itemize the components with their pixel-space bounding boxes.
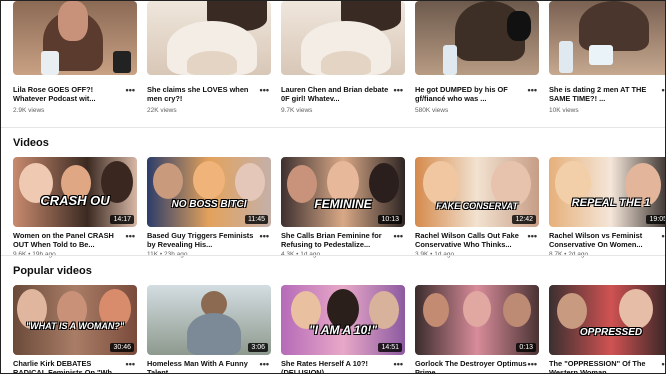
video-title[interactable]: Lila Rose GOES OFF?! Whatever Podcast wi… [13, 85, 125, 103]
thumbnail-overlay-text: OPPRESSED [579, 327, 643, 338]
video-meta: 22K views [147, 107, 177, 114]
video-title[interactable]: She Calls Brian Feminine for Refusing to… [281, 231, 393, 249]
channel-home-grid: Lila Rose GOES OFF?! Whatever Podcast wi… [0, 0, 666, 374]
video-title[interactable]: Rachel Wilson vs Feminist Conservative O… [549, 231, 661, 249]
video-duration: 11:45 [245, 215, 268, 224]
video-title[interactable]: The "OPPRESSION" Of The Western Woman [549, 359, 661, 373]
video-thumbnail[interactable]: REPEAL THE 1 19:05 [549, 157, 665, 227]
video-thumbnail[interactable] [549, 1, 665, 75]
video-meta: 10K views [549, 107, 579, 114]
video-thumbnail[interactable]: NO BOSS BITCI 11:45 [147, 157, 271, 227]
more-options-icon[interactable]: ••• [126, 85, 135, 95]
more-options-icon[interactable]: ••• [260, 231, 269, 241]
thumbnail-overlay-text: CRASH OU [40, 193, 110, 208]
video-meta: 2.9K views [13, 107, 45, 114]
section-divider [1, 255, 665, 256]
video-thumbnail[interactable]: CRASH OU 14:17 [13, 157, 137, 227]
video-thumbnail[interactable]: 0:13 [415, 285, 539, 355]
video-title[interactable]: He got DUMPED by his OF gf/fiancé who wa… [415, 85, 527, 103]
more-options-icon[interactable]: ••• [662, 359, 665, 369]
video-title[interactable]: She Rates Herself A 10?! (DELUSION) [281, 359, 393, 373]
video-title[interactable]: Homeless Man With A Funny Talent [147, 359, 259, 373]
video-title[interactable]: Based Guy Triggers Feminists by Revealin… [147, 231, 259, 249]
more-options-icon[interactable]: ••• [260, 359, 269, 369]
more-options-icon[interactable]: ••• [528, 231, 537, 241]
video-thumbnail[interactable]: 3:06 [147, 285, 271, 355]
more-options-icon[interactable]: ••• [394, 359, 403, 369]
video-duration: 14:51 [378, 343, 402, 352]
video-duration: 30:46 [110, 343, 134, 352]
video-thumbnail[interactable] [147, 1, 271, 75]
popular-row: "WHAT IS A WOMAN?" 30:46 Charlie Kirk DE… [13, 285, 665, 373]
video-title[interactable]: Gorlock The Destroyer Optimus Prime [415, 359, 527, 373]
video-duration: 14:17 [110, 215, 134, 224]
top-video-row: Lila Rose GOES OFF?! Whatever Podcast wi… [13, 1, 665, 129]
video-thumbnail[interactable]: OPPRESSED [549, 285, 665, 355]
thumbnail-overlay-text: FEMININE [314, 197, 372, 211]
section-divider [1, 127, 665, 128]
video-thumbnail[interactable]: "I AM A 10!" 14:51 [281, 285, 405, 355]
thumbnail-overlay-text: FAKE CONSERVAT [436, 201, 518, 211]
video-duration: 3:06 [248, 343, 268, 352]
video-thumbnail[interactable] [415, 1, 539, 75]
video-thumbnail[interactable] [13, 1, 137, 75]
thumbnail-overlay-text: "I AM A 10!" [308, 323, 378, 337]
video-duration: 12:42 [512, 215, 536, 224]
video-meta: 580K views [415, 107, 449, 114]
thumbnail-overlay-text: REPEAL THE 1 [571, 197, 651, 209]
video-title[interactable]: Charlie Kirk DEBATES RADICAL Feminists O… [13, 359, 125, 373]
video-thumbnail[interactable]: FEMININE 10:13 [281, 157, 405, 227]
videos-row: CRASH OU 14:17 Women on the Panel CRASH … [13, 157, 665, 258]
more-options-icon[interactable]: ••• [126, 359, 135, 369]
more-options-icon[interactable]: ••• [394, 231, 403, 241]
video-duration: 10:13 [378, 215, 402, 224]
video-duration: 0:13 [516, 343, 536, 352]
video-thumbnail[interactable] [281, 1, 405, 75]
more-options-icon[interactable]: ••• [662, 85, 665, 95]
video-title[interactable]: She claims she LOVES when men cry?! [147, 85, 259, 103]
more-options-icon[interactable]: ••• [394, 85, 403, 95]
video-duration: 19:05 [646, 215, 665, 224]
more-options-icon[interactable]: ••• [260, 85, 269, 95]
more-options-icon[interactable]: ••• [126, 231, 135, 241]
thumbnail-overlay-text: "WHAT IS A WOMAN?" [25, 321, 125, 331]
video-title[interactable]: Women on the Panel CRASH OUT When Told t… [13, 231, 125, 249]
video-thumbnail[interactable]: "WHAT IS A WOMAN?" 30:46 [13, 285, 137, 355]
section-heading-videos[interactable]: Videos [13, 137, 49, 149]
more-options-icon[interactable]: ••• [662, 231, 665, 241]
video-title[interactable]: She is dating 2 men AT THE SAME TIME?! .… [549, 85, 661, 103]
thumbnail-overlay-text: NO BOSS BITCI [171, 199, 247, 210]
video-meta: 9.7K views [281, 107, 313, 114]
more-options-icon[interactable]: ••• [528, 85, 537, 95]
more-options-icon[interactable]: ••• [528, 359, 537, 369]
video-thumbnail[interactable]: FAKE CONSERVAT 12:42 [415, 157, 539, 227]
video-title[interactable]: Rachel Wilson Calls Out Fake Conservativ… [415, 231, 527, 249]
section-heading-popular[interactable]: Popular videos [13, 265, 92, 277]
video-title[interactable]: Lauren Chen and Brian debate 0F girl! Wh… [281, 85, 393, 103]
